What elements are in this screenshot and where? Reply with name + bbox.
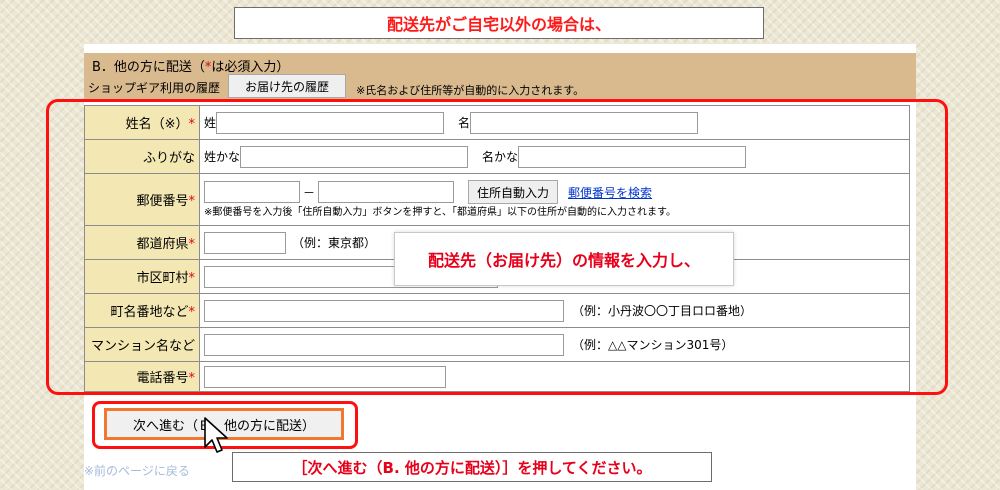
prefecture-input[interactable]	[204, 231, 286, 254]
row-phone: 電話番号*	[84, 361, 910, 392]
kana-field-cell: 姓かな 名かな	[199, 139, 910, 174]
town-example: （例：小丹波〇〇丁目ロロ番地）	[572, 304, 753, 318]
building-field-cell: （例：△△マンション301号）	[199, 327, 910, 362]
required-star: *	[188, 237, 196, 252]
auto-address-button[interactable]: 住所自動入力	[468, 180, 559, 204]
sei-input[interactable]	[216, 111, 445, 134]
postal-field-cell: － 住所自動入力 郵便番号を検索 ※郵便番号を入力後「住所自動入力」ボタンを押す…	[199, 173, 910, 226]
name-field-cell: 姓 名	[199, 105, 910, 140]
town-label: 町名番地など	[110, 305, 189, 320]
mei-input[interactable]	[470, 111, 699, 134]
row-name: 姓名（※）* 姓 名	[84, 105, 910, 140]
instruction-callout-top: 配送先がご自宅以外の場合は、	[234, 7, 764, 39]
section-title-text: B．他の方に配送（	[92, 60, 205, 75]
name-label: 姓名（※）	[125, 117, 189, 132]
instruction-callout-bottom: ［次へ進む（B. 他の方に配送）］を押してください。	[232, 452, 712, 482]
postal-search-link[interactable]: 郵便番号を検索	[568, 184, 652, 201]
postal-dash: －	[303, 185, 316, 200]
postal-code-second-input[interactable]	[318, 181, 455, 203]
mei-kana-input[interactable]	[518, 145, 747, 168]
postal-code-first-input[interactable]	[204, 181, 300, 203]
required-star: *	[188, 371, 196, 386]
name-label-cell: 姓名（※）*	[84, 105, 200, 140]
required-star: *	[188, 271, 196, 286]
instruction-callout-middle: 配送先（お届け先）の情報を入力し、	[394, 232, 734, 286]
city-label-cell: 市区町村*	[84, 259, 200, 294]
postal-label: 郵便番号	[136, 194, 189, 209]
phone-label: 電話番号	[136, 371, 189, 386]
section-title: B．他の方に配送（*は必須入力）	[92, 56, 289, 75]
required-star: *	[188, 117, 196, 132]
postal-label-cell: 郵便番号*	[84, 173, 200, 226]
history-label: ショップギア利用の履歴	[88, 81, 221, 95]
faded-link-text: ※前のページに戻る	[84, 464, 190, 478]
mouse-cursor-icon	[204, 417, 228, 453]
phone-field-cell	[199, 361, 910, 392]
mei-kana-prefix: 名かな	[482, 150, 519, 164]
kana-label-cell: ふりがな	[84, 139, 200, 174]
mei-prefix: 名	[458, 116, 471, 130]
row-town: 町名番地など* （例：小丹波〇〇丁目ロロ番地）	[84, 293, 910, 328]
phone-label-cell: 電話番号*	[84, 361, 200, 392]
section-title-suffix: は必須入力）	[211, 60, 290, 75]
delivery-history-button[interactable]: お届け先の履歴	[228, 74, 346, 98]
town-label-cell: 町名番地など*	[84, 293, 200, 328]
row-postal: 郵便番号* － 住所自動入力 郵便番号を検索 ※郵便番号を入力後「住所自動入力」…	[84, 173, 910, 226]
pref-label-cell: 都道府県*	[84, 225, 200, 260]
pref-label: 都道府県	[136, 237, 189, 252]
city-label: 市区町村	[136, 271, 189, 286]
town-field-cell: （例：小丹波〇〇丁目ロロ番地）	[199, 293, 910, 328]
postal-note: ※郵便番号を入力後「住所自動入力」ボタンを押すと、「都道府県」以下の住所が自動的…	[204, 207, 676, 218]
required-star: *	[188, 305, 196, 320]
kana-label: ふりがな	[142, 151, 195, 166]
sei-kana-input[interactable]	[240, 145, 469, 168]
building-label-cell: マンション名など	[84, 327, 200, 362]
phone-input[interactable]	[204, 365, 446, 388]
sei-prefix: 姓	[204, 116, 217, 130]
row-kana: ふりがな 姓かな 名かな	[84, 139, 910, 174]
pref-example: （例：東京都）	[292, 236, 377, 250]
building-example: （例：△△マンション301号）	[572, 338, 734, 352]
building-label: マンション名など	[90, 339, 195, 354]
building-input[interactable]	[204, 333, 564, 356]
town-input[interactable]	[204, 299, 564, 322]
required-star: *	[188, 194, 196, 209]
history-note: ※氏名および住所等が自動的に入力されます。	[356, 84, 585, 97]
sei-kana-prefix: 姓かな	[204, 150, 241, 164]
row-building: マンション名など （例：△△マンション301号）	[84, 327, 910, 362]
